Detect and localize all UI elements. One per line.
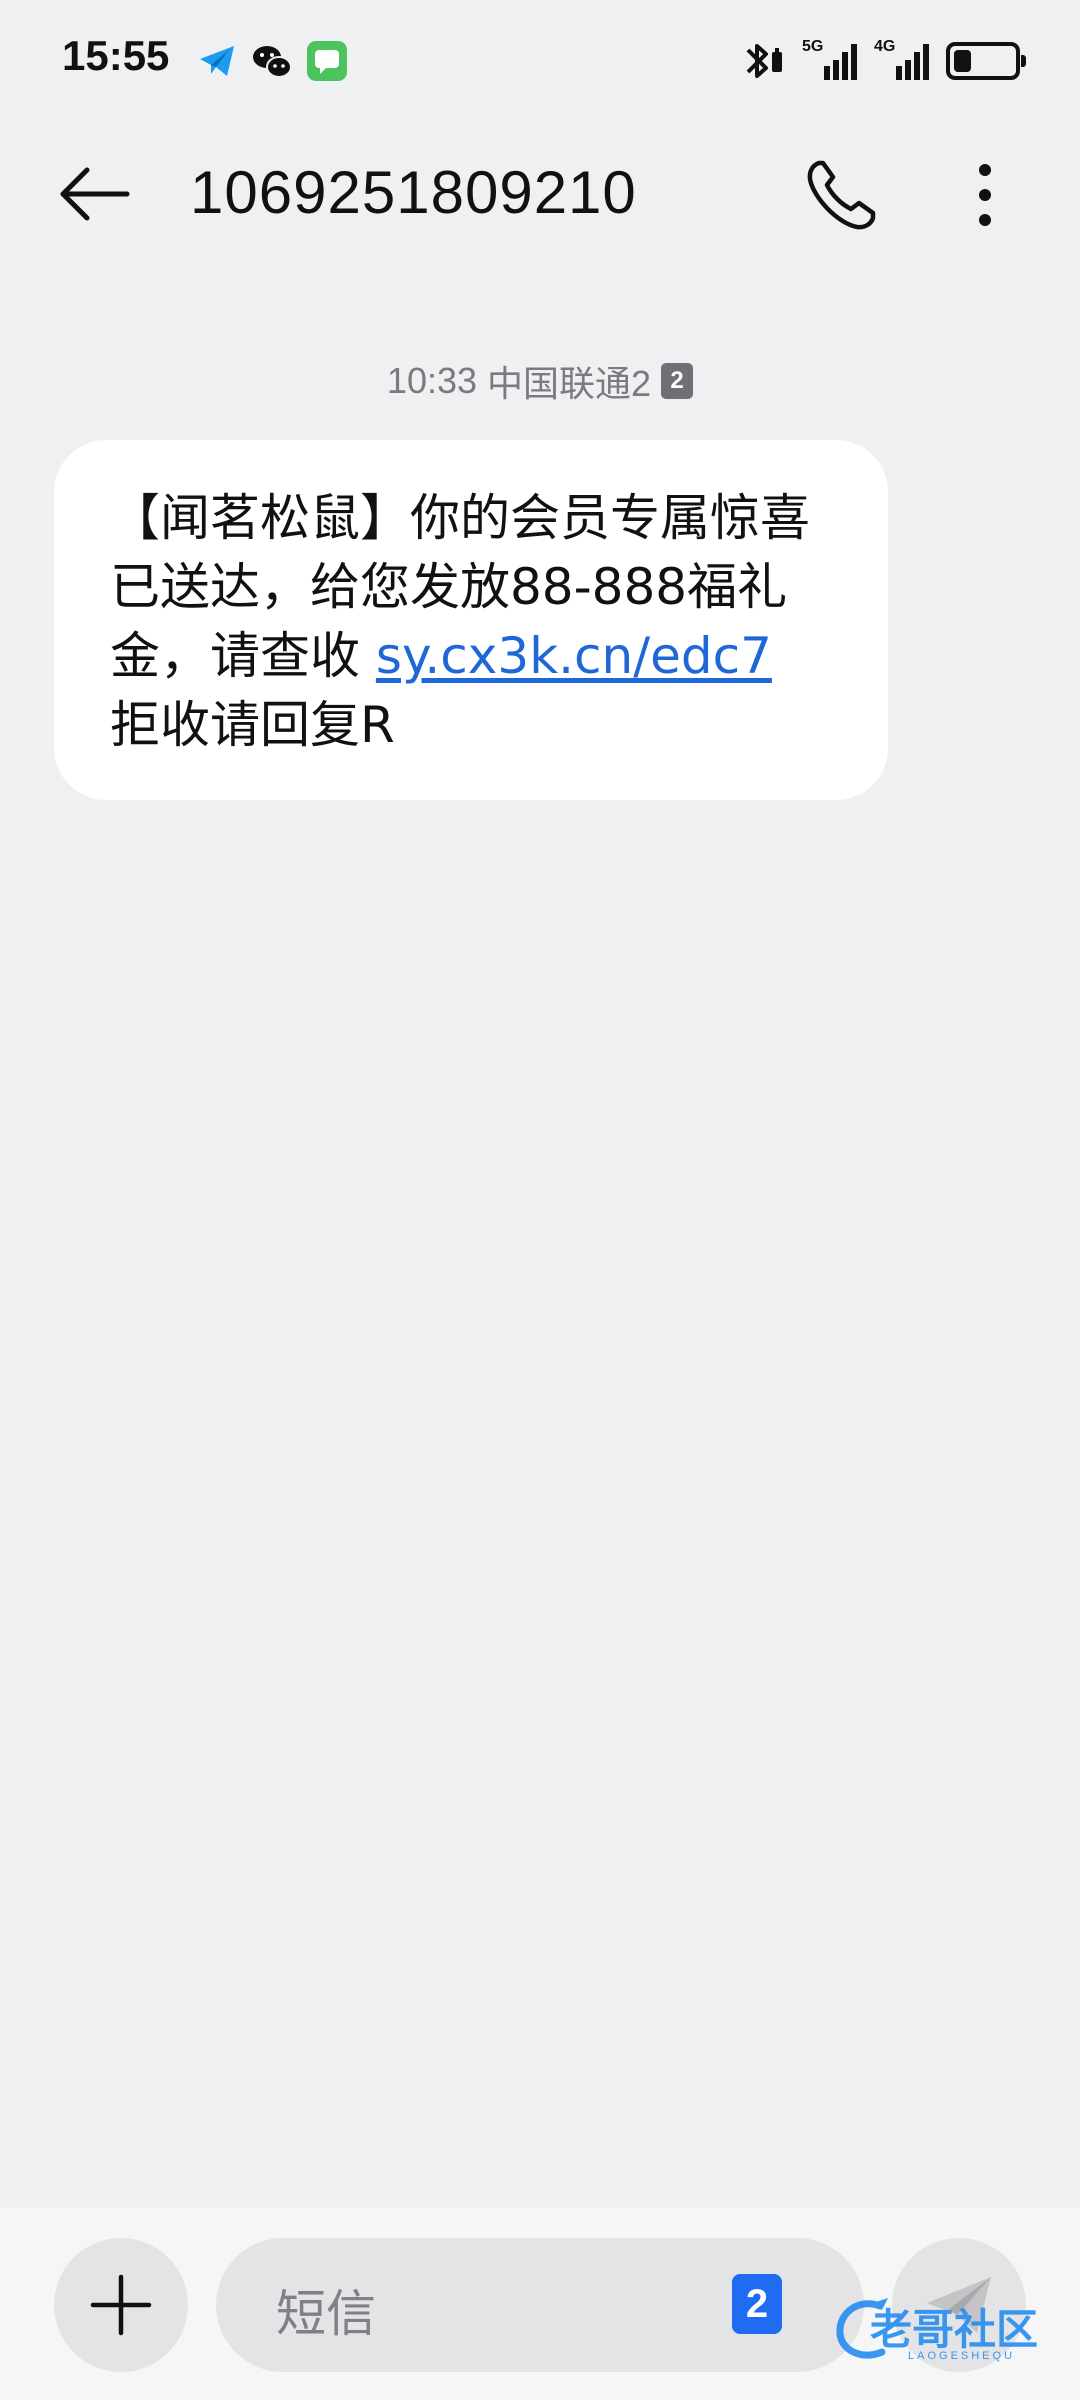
message-timestamp: 10:33 中国联通2 2 [0,355,1080,407]
call-button[interactable] [796,150,886,240]
telegram-icon [196,40,238,82]
message-time: 10:33 [386,360,478,401]
phone-icon [807,160,876,230]
battery-level [954,50,971,72]
status-time: 15:55 [62,32,170,79]
conversation-screen: 15:55 5G 4G 1069251809210 10:33 中国联通2 2 … [0,0,1080,2400]
signal-4g-icon: 4G [874,38,932,84]
message-input[interactable]: 短信 2 [216,2238,864,2372]
messages-app-icon [306,40,348,82]
watermark-text: 老哥社区 [870,2305,1039,2354]
sim-select-button[interactable]: 2 [732,2274,782,2334]
status-bar: 15:55 5G 4G [0,0,1080,120]
conversation-header: 1069251809210 [0,130,1080,260]
status-icons: 5G 4G [740,36,1026,86]
watermark-subtext: LAOGESHEQU [908,2350,1016,2362]
plus-icon [90,2274,152,2336]
message-bubble[interactable]: 【闻茗松鼠】你的会员专属惊喜已送达，给您发放88-888福礼金，请查收 sy.c… [54,440,888,800]
more-options-button[interactable] [955,150,1015,240]
back-button[interactable] [52,152,136,236]
signal-5g-icon: 5G [802,38,860,84]
contact-number: 1069251809210 [190,159,637,226]
watermark-logo: 老哥社区 LAOGESHEQU [830,2290,1070,2370]
bluetooth-icon [746,44,782,78]
arrow-left-icon [60,167,130,221]
message-link[interactable]: sy.cx3k.cn/edc7 [376,627,772,685]
sim-badge: 2 [661,363,694,399]
message-input-placeholder: 短信 [276,2285,376,2343]
message-unsubscribe-text: 拒收请回复R [110,696,395,754]
message-carrier: 中国联通2 [487,363,652,404]
add-attachment-button[interactable] [54,2238,188,2372]
message-body: 【闻茗松鼠】你的会员专属惊喜已送达，给您发放88-888福礼金，请查收 sy.c… [110,484,838,760]
more-vertical-icon [979,164,991,226]
wechat-icon [251,40,293,82]
battery-icon [946,42,1026,80]
